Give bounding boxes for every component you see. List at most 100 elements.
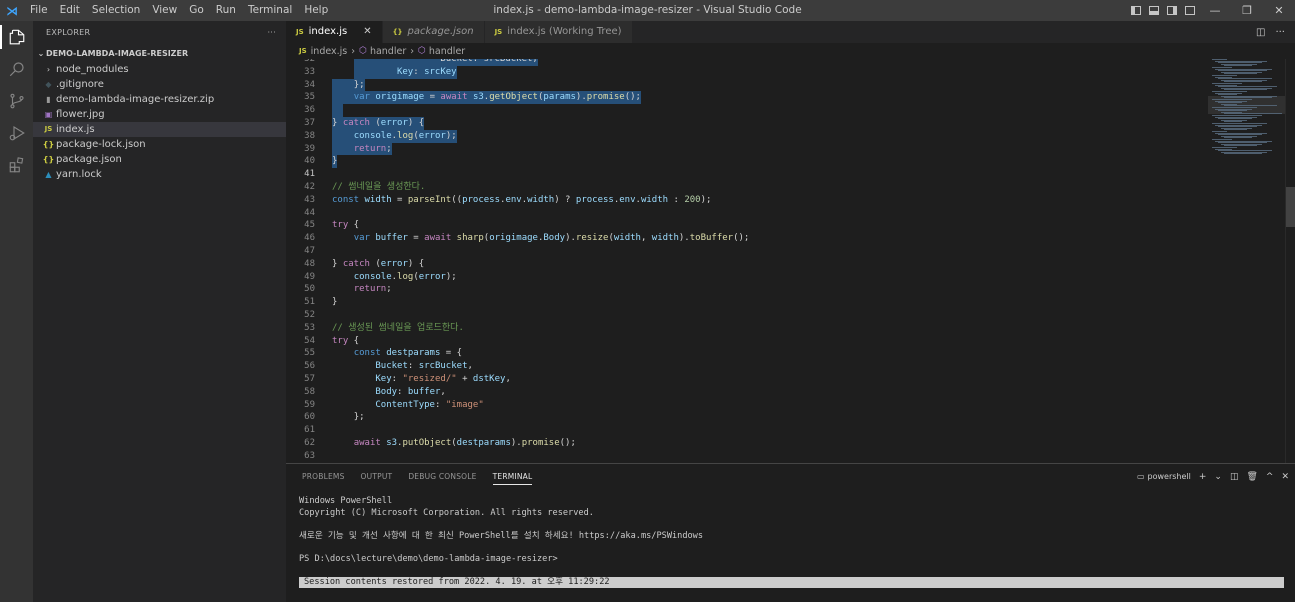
code-text: };: [332, 78, 365, 92]
file-item[interactable]: {} package.json: [33, 152, 286, 167]
menu-selection[interactable]: Selection: [86, 0, 146, 21]
more-actions-icon[interactable]: ···: [1275, 27, 1285, 38]
code-line: 59 ContentType: "image": [286, 399, 1208, 412]
breadcrumb-separator: ›: [351, 45, 356, 57]
file-item[interactable]: ▲ yarn.lock: [33, 167, 286, 182]
file-item[interactable]: › node_modules: [33, 62, 286, 77]
code-text: try {: [332, 335, 360, 346]
tab-package-json[interactable]: {} package.json: [382, 21, 485, 43]
panel-tab-output[interactable]: OUTPUT: [353, 464, 401, 489]
code-line: 47: [286, 245, 1208, 258]
file-label: package.json: [56, 154, 122, 165]
run-debug-icon[interactable]: [0, 117, 33, 149]
menu-view[interactable]: View: [146, 0, 183, 21]
line-number: 54: [304, 335, 315, 346]
explorer-more-icon[interactable]: ···: [267, 21, 276, 45]
code-text: } catch (error) {: [332, 258, 425, 269]
menu-file[interactable]: File: [24, 0, 54, 21]
panel-tab-debug-console[interactable]: DEBUG CONSOLE: [400, 464, 484, 489]
code-text: [332, 104, 343, 117]
menu-go[interactable]: Go: [183, 0, 210, 21]
code-text: }: [332, 155, 338, 169]
file-tree: › node_modules ◆ .gitignore ▮ demo-lambda-ima…: [33, 62, 286, 182]
line-number: 39: [304, 143, 315, 154]
line-number: 59: [304, 399, 315, 410]
terminal-dropdown-icon[interactable]: ⌄: [1214, 472, 1222, 482]
panel-tab-terminal[interactable]: TERMINAL: [485, 464, 541, 489]
menu-terminal[interactable]: Terminal: [242, 0, 298, 21]
line-number: 60: [304, 412, 315, 423]
minimap[interactable]: [1208, 59, 1285, 463]
code-line: 36: [286, 104, 1208, 117]
file-item[interactable]: ▮ demo-lambda-image-resizer.zip: [33, 92, 286, 107]
code-text: } catch (error) {: [332, 117, 425, 130]
close-window-button[interactable]: ✕: [1263, 0, 1295, 21]
activity-bar: [0, 21, 33, 602]
menu-help[interactable]: Help: [298, 0, 334, 21]
extensions-icon[interactable]: [0, 149, 33, 181]
line-number: 55: [304, 348, 315, 359]
search-icon[interactable]: [0, 53, 33, 85]
git-file-icon: ◆: [45, 80, 52, 89]
customize-layout-icon[interactable]: [1185, 6, 1195, 15]
file-item[interactable]: JS index.js: [33, 122, 286, 137]
maximize-panel-icon[interactable]: ^: [1266, 472, 1274, 482]
tab-index-js-working-tree-[interactable]: JS index.js (Working Tree): [484, 21, 633, 43]
close-icon[interactable]: ✕: [363, 21, 371, 43]
line-number: 33: [304, 66, 315, 77]
code-editor[interactable]: 32 Bucket: srcBucket, 33 Key: srcKey 34 };…: [286, 59, 1208, 463]
split-terminal-icon[interactable]: ◫: [1230, 472, 1239, 482]
explorer-header: EXPLORER ···: [33, 21, 286, 45]
breadcrumb-symbol-1[interactable]: handler: [370, 46, 406, 57]
line-number: 37: [304, 118, 315, 128]
js-file-icon: JS: [44, 125, 53, 133]
code-text: const destparams = {: [353, 348, 463, 359]
new-terminal-icon[interactable]: +: [1199, 472, 1207, 482]
tab-index-js[interactable]: JS index.js ✕: [286, 21, 383, 43]
panel-tab-problems[interactable]: PROBLEMS: [294, 464, 353, 489]
vscode-logo-icon: ⋊: [6, 3, 18, 18]
breadcrumb-separator: ›: [410, 45, 415, 57]
terminal-output[interactable]: Windows PowerShell Copyright (C) Microsof…: [299, 496, 1284, 588]
line-number: 40: [304, 156, 315, 167]
code-line: 32 Bucket: srcBucket,: [286, 59, 1208, 66]
trash-icon[interactable]: 🗑: [1246, 472, 1257, 482]
breadcrumb-file[interactable]: index.js: [311, 46, 348, 57]
menu-run[interactable]: Run: [210, 0, 242, 21]
file-item[interactable]: ▣ flower.jpg: [33, 107, 286, 122]
toggle-panel-icon[interactable]: [1149, 6, 1159, 15]
menu-edit[interactable]: Edit: [54, 0, 86, 21]
explorer-icon[interactable]: [0, 21, 33, 53]
code-line: 51}: [286, 296, 1208, 309]
file-item[interactable]: ◆ .gitignore: [33, 77, 286, 92]
breadcrumb: JS index.js › ⬡ handler › ⬡ handler: [286, 43, 1295, 59]
code-text: Body: buffer,: [375, 386, 446, 397]
js-file-icon: JS: [296, 28, 304, 36]
code-line: 44: [286, 207, 1208, 220]
close-panel-icon[interactable]: ✕: [1281, 472, 1289, 482]
file-item[interactable]: {} package-lock.json: [33, 137, 286, 152]
toggle-primary-sidebar-icon[interactable]: [1131, 6, 1141, 15]
symbol-method-icon: ⬡: [418, 46, 426, 56]
source-control-icon[interactable]: [0, 85, 33, 117]
scrollbar-thumb[interactable]: [1286, 187, 1295, 227]
breadcrumb-symbol-2[interactable]: handler: [429, 46, 465, 57]
code-line: 61: [286, 424, 1208, 437]
project-folder[interactable]: ⌄ DEMO-LAMBDA-IMAGE-RESIZER: [33, 45, 286, 62]
maximize-button[interactable]: ❐: [1231, 0, 1263, 21]
line-number: 58: [304, 386, 315, 397]
split-editor-icon[interactable]: ◫: [1256, 27, 1265, 38]
minimize-button[interactable]: —: [1199, 0, 1231, 21]
line-number: 61: [304, 425, 315, 436]
code-text: }: [332, 297, 338, 308]
code-line: 57 Key: "resized/" + dstKey,: [286, 373, 1208, 386]
code-line: 62 await s3.putObject(destparams).promis…: [286, 437, 1208, 450]
editor-scrollbar[interactable]: [1285, 59, 1295, 463]
toggle-secondary-sidebar-icon[interactable]: [1167, 6, 1177, 15]
project-name: DEMO-LAMBDA-IMAGE-RESIZER: [46, 49, 189, 58]
terminal-shell-selector[interactable]: ▭ powershell: [1137, 472, 1191, 481]
line-number: 43: [304, 194, 315, 205]
code-text: var origimage = await s3.getObject(param…: [332, 91, 641, 105]
